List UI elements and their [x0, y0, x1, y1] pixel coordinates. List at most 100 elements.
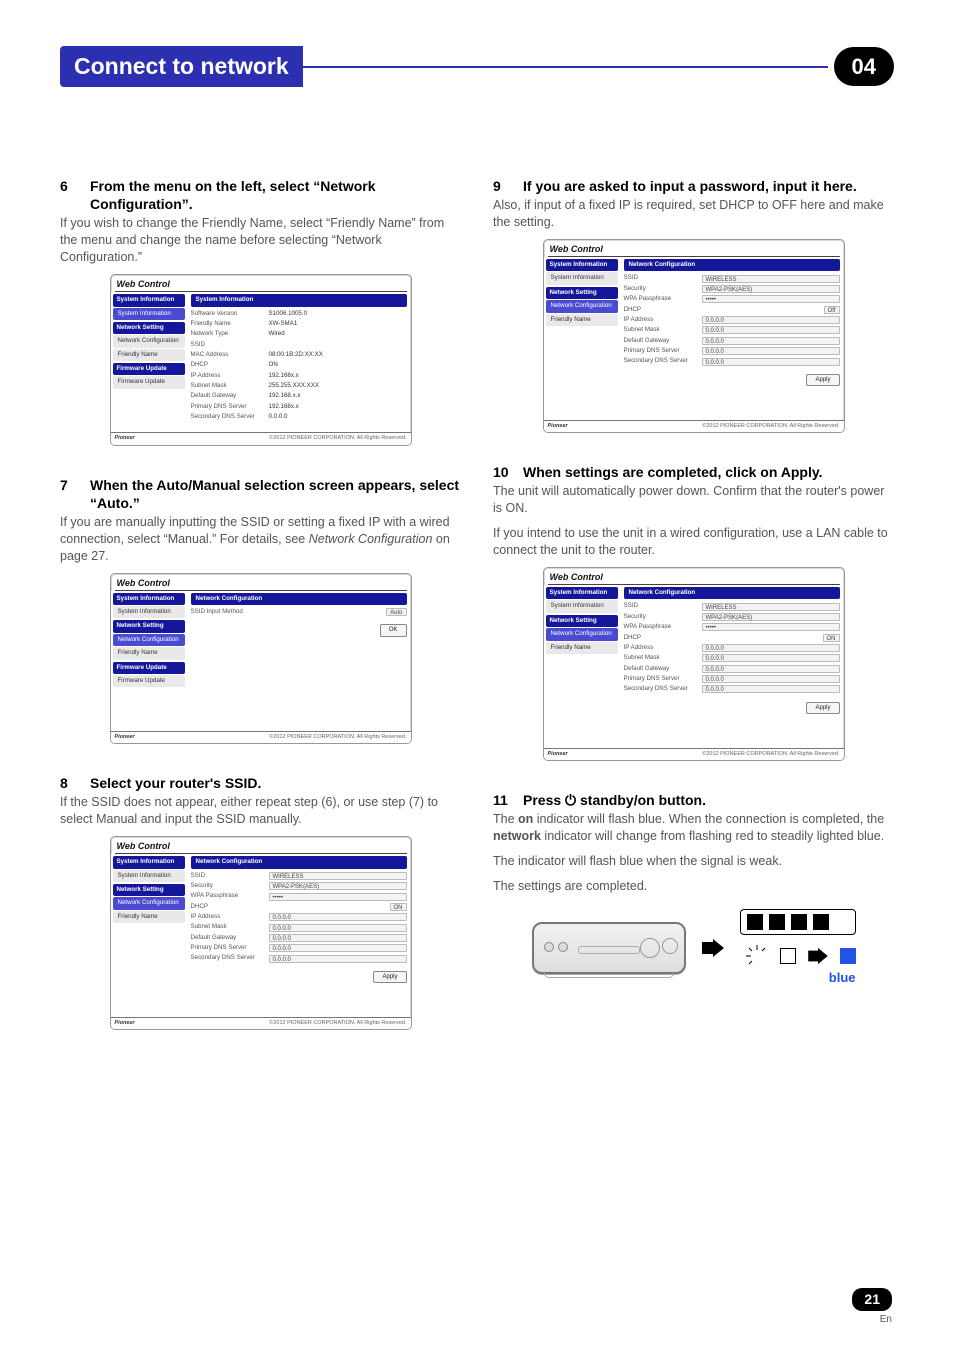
- select-security[interactable]: WPA2-PSK(AES): [702, 613, 840, 621]
- sidebar-item-netconfig[interactable]: Network Configuration: [113, 897, 185, 909]
- input-ssid[interactable]: WIRELESS: [702, 603, 840, 611]
- web-control-panel-netconfig-9: Web Control System Information System In…: [543, 239, 845, 433]
- step-7-heading: 7 When the Auto/Manual selection screen …: [60, 476, 461, 512]
- panel-title: Web Control: [111, 275, 411, 290]
- sidebar-item-sysinfo[interactable]: System Information: [546, 272, 618, 284]
- chapter-number-pill: 04: [834, 47, 894, 87]
- input-ssid[interactable]: WIRELESS: [702, 275, 840, 283]
- sidebar-item-fwupdate[interactable]: Firmware Update: [113, 675, 185, 687]
- arrow-right-icon: [702, 939, 724, 957]
- step-8-body: If the SSID does not appear, either repe…: [60, 794, 461, 828]
- ok-button[interactable]: OK: [380, 624, 407, 636]
- select-dhcp[interactable]: Off: [824, 306, 840, 314]
- sidebar-group-sysinfo: System Information: [113, 294, 185, 306]
- value-subnet: 255.255.XXX.XXX: [269, 382, 320, 390]
- sidebar-item-netconfig[interactable]: Network Configuration: [113, 335, 185, 347]
- label-gateway: Default Gateway: [624, 337, 702, 345]
- sidebar-item-netconfig[interactable]: Network Configuration: [113, 634, 185, 646]
- label-dhcp: DHCP: [624, 634, 702, 642]
- select-auto-manual[interactable]: Auto: [386, 608, 406, 616]
- apply-button[interactable]: Apply: [806, 374, 839, 386]
- label-dhcp: DHCP: [624, 306, 702, 314]
- chapter-rule: [303, 66, 828, 68]
- sidebar-item-sysinfo[interactable]: System Information: [113, 308, 185, 320]
- apply-button[interactable]: Apply: [806, 702, 839, 714]
- input-subnet[interactable]: 0.0.0.0: [702, 326, 840, 334]
- label-subnet: Subnet Mask: [191, 382, 269, 390]
- label-ssid: SSID: [624, 602, 702, 610]
- select-security[interactable]: WPA2-PSK(AES): [269, 882, 407, 890]
- input-gateway[interactable]: 0.0.0.0: [702, 665, 840, 673]
- apply-button[interactable]: Apply: [373, 971, 406, 983]
- step-7-body: If you are manually inputting the SSID o…: [60, 514, 461, 565]
- label-wpa-pass: WPA Passphrase: [624, 295, 702, 303]
- panel-copyright: ©2012 PIONEER CORPORATION. All Rights Re…: [702, 423, 839, 430]
- select-dhcp[interactable]: ON: [390, 903, 407, 911]
- sidebar-item-friendlyname[interactable]: Friendly Name: [546, 314, 618, 326]
- sidebar-item-friendlyname[interactable]: Friendly Name: [113, 911, 185, 923]
- step-11-heading: 11 Press ⏻ standby/on button.: [493, 791, 894, 809]
- sidebar-item-netconfig[interactable]: Network Configuration: [546, 300, 618, 312]
- sidebar-item-sysinfo[interactable]: System Information: [546, 600, 618, 612]
- select-security[interactable]: WPA2-PSK(AES): [702, 285, 840, 293]
- select-dhcp[interactable]: ON: [823, 634, 840, 642]
- input-dns1[interactable]: 0.0.0.0: [269, 944, 407, 952]
- label-wpa-pass: WPA Passphrase: [624, 623, 702, 631]
- led-indicator: [791, 914, 807, 930]
- panel-title: Web Control: [544, 568, 844, 583]
- input-subnet[interactable]: 0.0.0.0: [269, 924, 407, 932]
- input-gateway[interactable]: 0.0.0.0: [269, 934, 407, 942]
- panel-title: Web Control: [111, 574, 411, 589]
- panel-brand: Pioneer: [115, 435, 135, 442]
- step-7-title: When the Auto/Manual selection screen ap…: [90, 476, 461, 512]
- input-ip[interactable]: 0.0.0.0: [702, 316, 840, 324]
- step-11-body3: The settings are completed.: [493, 878, 894, 895]
- sidebar-item-fwupdate[interactable]: Firmware Update: [113, 376, 185, 388]
- sidebar-group-sysinfo: System Information: [113, 856, 185, 868]
- input-gateway[interactable]: 0.0.0.0: [702, 337, 840, 345]
- label-dns2: Secondary DNS Server: [191, 413, 269, 421]
- sidebar-group-fw: Firmware Update: [113, 662, 185, 674]
- input-wpa-pass[interactable]: •••••: [269, 893, 407, 901]
- input-dns1[interactable]: 0.0.0.0: [702, 675, 840, 683]
- page-number: 21 En: [852, 1288, 892, 1326]
- step-7-number: 7: [60, 476, 90, 512]
- sidebar-item-netconfig[interactable]: Network Configuration: [546, 628, 618, 640]
- chapter-title: Connect to network: [60, 46, 303, 87]
- chapter-header: Connect to network 04: [60, 46, 894, 87]
- label-ip: IP Address: [624, 644, 702, 652]
- sidebar-item-sysinfo[interactable]: System Information: [113, 606, 185, 618]
- sidebar-item-friendlyname[interactable]: Friendly Name: [546, 642, 618, 654]
- label-ssid-input-method: SSID Input Method: [191, 608, 269, 616]
- sidebar-group-sysinfo: System Information: [546, 259, 618, 271]
- sidebar-item-friendlyname[interactable]: Friendly Name: [113, 349, 185, 361]
- input-ip[interactable]: 0.0.0.0: [702, 644, 840, 652]
- value-software-version: S1006.1005.0: [269, 310, 308, 318]
- sidebar-item-sysinfo[interactable]: System Information: [113, 870, 185, 882]
- value-gateway: 192.168.x.x: [269, 392, 301, 400]
- label-ip: IP Address: [191, 372, 269, 380]
- input-subnet[interactable]: 0.0.0.0: [702, 654, 840, 662]
- input-ssid[interactable]: WIRELESS: [269, 872, 407, 880]
- sidebar-group-sysinfo: System Information: [113, 593, 185, 605]
- input-dns1[interactable]: 0.0.0.0: [702, 347, 840, 355]
- label-subnet: Subnet Mask: [624, 326, 702, 334]
- step-8-heading: 8 Select your router's SSID.: [60, 774, 461, 792]
- led-indicator: [813, 914, 829, 930]
- input-wpa-pass[interactable]: •••••: [702, 295, 840, 303]
- sidebar-item-friendlyname[interactable]: Friendly Name: [113, 647, 185, 659]
- label-network-type: Network Type: [191, 330, 269, 338]
- label-security: Security: [191, 882, 269, 890]
- panel-brand: Pioneer: [548, 423, 568, 430]
- panel-copyright: ©2012 PIONEER CORPORATION. All Rights Re…: [269, 1020, 406, 1027]
- input-dns2[interactable]: 0.0.0.0: [702, 685, 840, 693]
- input-wpa-pass[interactable]: •••••: [702, 623, 840, 631]
- value-dhcp: ON: [269, 361, 278, 369]
- label-software-version: Software Version: [191, 310, 269, 318]
- label-ip: IP Address: [624, 316, 702, 324]
- led-blue: [840, 948, 856, 964]
- input-dns2[interactable]: 0.0.0.0: [269, 955, 407, 963]
- input-ip[interactable]: 0.0.0.0: [269, 913, 407, 921]
- step-9-number: 9: [493, 177, 523, 195]
- input-dns2[interactable]: 0.0.0.0: [702, 358, 840, 366]
